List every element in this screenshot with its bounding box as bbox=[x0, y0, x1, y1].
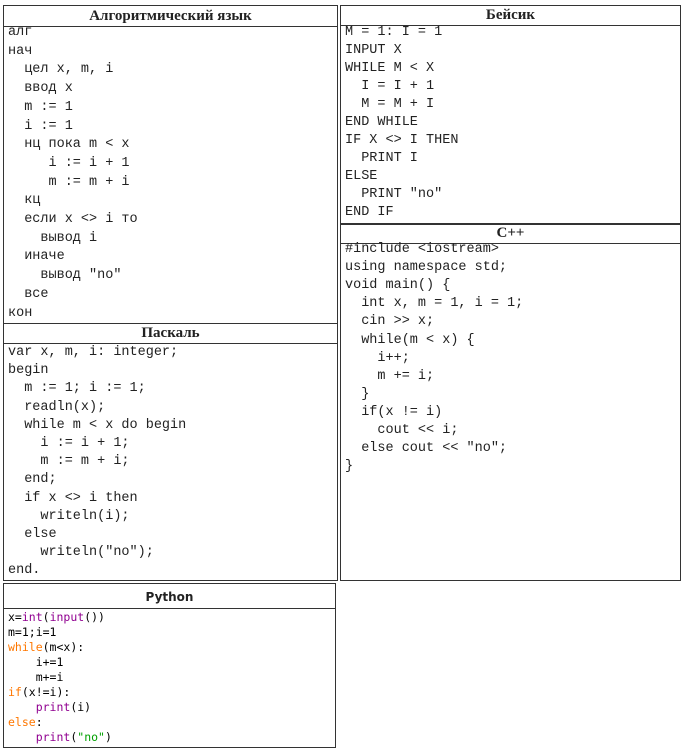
code-line: begin bbox=[8, 363, 49, 379]
code-line: M = M + I bbox=[345, 97, 435, 112]
code-line: void main() { bbox=[345, 278, 451, 294]
code-line: int x, m = 1, i = 1; bbox=[345, 296, 524, 312]
code-token-plain: : bbox=[35, 715, 43, 729]
basic-panel: Бейсик M = 1: I = 1 INPUT X WHILE M < X I … bbox=[340, 5, 681, 225]
code-line: cout << i; bbox=[345, 423, 459, 438]
code-line: PRINT "no" bbox=[345, 187, 443, 202]
code-line: вывод "no" bbox=[8, 268, 122, 284]
code-line: } bbox=[345, 386, 370, 402]
pascal-title: Паскаль bbox=[4, 324, 337, 344]
code-line: ввод x bbox=[8, 81, 73, 97]
code-line: using namespace std; bbox=[345, 260, 508, 276]
code-line: while m < x do begin bbox=[8, 417, 187, 433]
code-token-plain: ) bbox=[104, 730, 112, 744]
code-token-plain: (i) bbox=[70, 700, 92, 714]
cpp-panel: C++ #include <iostream> using namespace s… bbox=[340, 223, 681, 581]
python-panel: Python x=int(input()) m=1;i=1 while(m<x): … bbox=[3, 583, 336, 748]
cpp-title: C++ bbox=[341, 224, 680, 244]
code-token-plain: i+=1 bbox=[8, 655, 64, 669]
code-line: while(m < x) { bbox=[345, 332, 475, 348]
code-line: m := 1; i := 1; bbox=[8, 381, 146, 397]
code-line: m := m + i; bbox=[8, 454, 130, 470]
code-line: нц пока m < x bbox=[8, 137, 130, 153]
code-token-plain: (m<x): bbox=[42, 640, 85, 654]
code-token-keyword: else bbox=[8, 715, 36, 729]
code-line: writeln(i); bbox=[8, 508, 130, 524]
code-line: writeln("no"); bbox=[8, 545, 154, 561]
code-line: цел x, m, i bbox=[8, 62, 114, 78]
code-line: ELSE bbox=[345, 169, 378, 184]
code-line: INPUT X bbox=[345, 43, 402, 58]
code-line: else: bbox=[8, 715, 43, 729]
code-line: i+=1 bbox=[8, 655, 64, 669]
code-line: все bbox=[8, 286, 49, 302]
code-line: кон bbox=[8, 305, 33, 321]
code-line: print(i) bbox=[8, 700, 91, 714]
code-token-plain: x= bbox=[8, 610, 22, 624]
code-token-keyword: if bbox=[8, 685, 22, 699]
code-token-plain: ()) bbox=[84, 610, 105, 624]
code-token-keyword: while bbox=[8, 640, 43, 654]
code-line: #include <iostream> bbox=[345, 242, 499, 257]
code-line: var x, m, i: integer; bbox=[8, 345, 179, 360]
code-line: m=1;i=1 bbox=[8, 625, 56, 639]
code-line: иначе bbox=[8, 249, 65, 265]
code-line: end. bbox=[8, 563, 41, 579]
code-line: m += i; bbox=[345, 368, 435, 384]
code-line: если x <> i то bbox=[8, 212, 138, 227]
code-line: алг bbox=[8, 25, 33, 40]
code-line: if(x!=i): bbox=[8, 685, 70, 699]
code-line: m := 1 bbox=[8, 99, 73, 115]
code-token-builtin: print bbox=[35, 700, 71, 714]
code-line: IF X <> I THEN bbox=[345, 133, 459, 148]
code-line: end; bbox=[8, 472, 57, 488]
algo-title: Алгоритмический язык bbox=[4, 6, 337, 27]
code-token-plain: m+=i bbox=[8, 670, 64, 684]
basic-title: Бейсик bbox=[341, 6, 680, 26]
code-token-builtin: int bbox=[21, 610, 43, 624]
code-line: вывод i bbox=[8, 230, 98, 246]
code-line: i := 1 bbox=[8, 118, 73, 134]
code-line: i := i + 1 bbox=[8, 155, 130, 171]
code-line: x=int(input()) bbox=[8, 610, 105, 624]
code-token-builtin: print bbox=[35, 730, 71, 744]
code-line: I = I + 1 bbox=[345, 79, 435, 94]
code-line: нач bbox=[8, 43, 33, 59]
code-line: else bbox=[8, 527, 57, 542]
code-line: i := i + 1; bbox=[8, 436, 130, 451]
code-line: i++; bbox=[345, 350, 410, 366]
code-line: readln(x); bbox=[8, 399, 106, 415]
code-line: END WHILE bbox=[345, 115, 418, 130]
algo-panel: Алгоритмический язык алг нач цел x, m, i … bbox=[3, 5, 338, 324]
python-title: Python bbox=[4, 584, 335, 609]
code-line: M = 1: I = 1 bbox=[345, 25, 443, 40]
code-token-plain: m=1;i=1 bbox=[8, 625, 57, 639]
code-line: if(x != i) bbox=[345, 404, 443, 420]
code-line: WHILE M < X bbox=[345, 61, 435, 76]
code-token-builtin: input bbox=[49, 610, 85, 624]
code-line: m := m + i bbox=[8, 174, 130, 190]
code-line: кц bbox=[8, 193, 41, 209]
pascal-panel: Паскаль var x, m, i: integer; begin m := … bbox=[3, 323, 338, 581]
code-line: if x <> i then bbox=[8, 490, 138, 506]
code-line: else cout << "no"; bbox=[345, 441, 508, 457]
code-token-plain: ( bbox=[42, 610, 50, 624]
code-token-string: "no" bbox=[77, 730, 105, 744]
code-line: print("no") bbox=[8, 730, 112, 744]
code-line: END IF bbox=[345, 205, 394, 220]
code-line: cin >> x; bbox=[345, 314, 435, 330]
code-line: } bbox=[345, 459, 354, 475]
code-line: while(m<x): bbox=[8, 640, 84, 654]
code-line: PRINT I bbox=[345, 151, 418, 166]
code-line: m+=i bbox=[8, 670, 64, 684]
code-token-plain: (x!=i): bbox=[21, 685, 71, 699]
